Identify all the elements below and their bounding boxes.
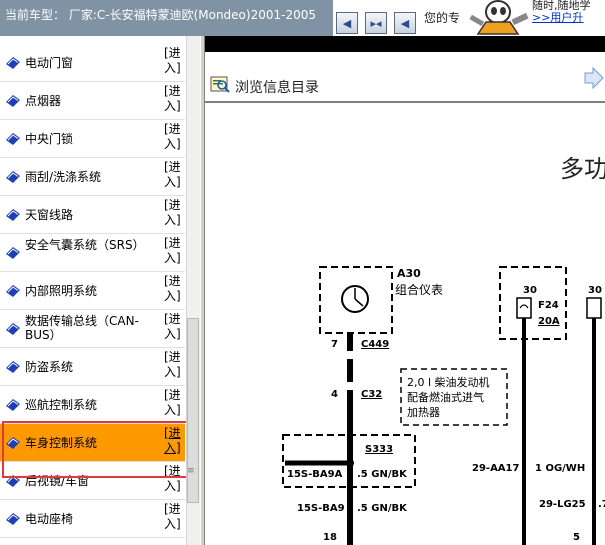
sidebar-item[interactable]: 点烟器 [进 入]: [0, 82, 185, 120]
welcome-text: 您的专: [424, 11, 461, 25]
enter-link[interactable]: [进 入]: [164, 312, 183, 342]
book-icon: [6, 209, 20, 221]
fuse-f25-icon: [586, 297, 602, 319]
pin-4: 4: [331, 389, 338, 400]
sidebar-item-label: 中央门锁: [25, 132, 74, 146]
top-bar: 当前车型： 厂家:C-长安福特蒙迪欧(Mondeo)2001-2005 ◀ ▸◂…: [0, 0, 605, 36]
enter-link[interactable]: [进 入]: [164, 350, 183, 380]
f24-pin: 30: [523, 285, 537, 296]
book-icon: [6, 247, 20, 259]
enter-link[interactable]: [进 入]: [164, 160, 183, 190]
sidebar-item-label: 点烟器: [25, 94, 62, 108]
expand-icon: ▸◂: [370, 16, 382, 30]
browse-catalog-link[interactable]: 浏览信息目录: [235, 77, 319, 97]
aa17-color: 1 OG/WH: [535, 463, 585, 474]
wiring-diagram: 多功 A30 组合仪表 7 C449 4 C32 2,0 l 柴油发动机 配备燃…: [205, 103, 605, 545]
book-icon: [6, 475, 20, 487]
back-button[interactable]: ◀: [394, 12, 416, 34]
pin-18: 18: [323, 532, 337, 543]
enter-link[interactable]: [进 入]: [164, 122, 183, 152]
system-list: 电动门窗 [进 入] 点烟器 [进 入] 中央门锁 [进 入] 雨刮/洗涤系统 [进 入] 天窗…: [0, 36, 185, 545]
c449-label: C449: [361, 339, 389, 350]
enter-link[interactable]: [进 入]: [164, 198, 183, 228]
c32-label: C32: [361, 389, 382, 400]
prev-button[interactable]: ◀: [336, 12, 358, 34]
arrow-left-icon: ◀: [342, 16, 352, 30]
sidebar-item-label: 内部照明系统: [25, 284, 98, 298]
lg25-color: .7: [598, 499, 605, 510]
content-header-bar: [205, 36, 605, 52]
sidebar-item-label: 数据传输总线（CAN-BUS）: [25, 314, 139, 342]
enter-link[interactable]: [进 入]: [164, 84, 183, 114]
arrow-right-icon[interactable]: [583, 66, 605, 90]
note-line-1: 2,0 l 柴油发动机: [407, 375, 490, 389]
enter-link[interactable]: [进 入]: [164, 46, 183, 76]
fuse-f24-icon: [516, 297, 532, 319]
s333-label: S333: [365, 444, 393, 455]
book-icon: [6, 57, 20, 69]
sidebar-item[interactable]: 安全气囊系统（SRS） [进 入]: [0, 234, 185, 272]
enter-link[interactable]: [进 入]: [164, 502, 183, 532]
enter-link[interactable]: [进 入]: [164, 464, 183, 494]
wiring-diagram-graphic: A30 组合仪表 7 C449 4 C32 2,0 l 柴油发动机 配备燃油式进…: [282, 266, 605, 545]
f25-pin: 30: [588, 285, 602, 296]
expand-button[interactable]: ▸◂: [365, 12, 387, 34]
wire-2-color: .5 GN/BK: [357, 503, 408, 514]
a30-name: 组合仪表: [395, 282, 443, 297]
sidebar-item-label: 安全气囊系统（SRS）: [25, 238, 145, 252]
sidebar-item-label: 车身控制系统: [25, 436, 98, 450]
book-icon: [6, 399, 20, 411]
pin-7: 7: [331, 339, 338, 350]
enter-link[interactable]: [进 入]: [164, 426, 183, 456]
sidebar-item-label: 雨刮/洗涤系统: [25, 170, 102, 184]
book-icon: [6, 323, 20, 335]
sidebar-item-label: 后视镜/车窗: [25, 474, 90, 488]
note-line-3: 加热器: [407, 406, 440, 419]
toc-bar: 浏览信息目录: [205, 52, 605, 102]
sidebar-item[interactable]: 巡航控制系统 [进 入]: [0, 386, 185, 424]
f24-label: F24: [538, 300, 559, 311]
wire-1-code: 15S-BA9A: [287, 469, 343, 480]
enter-link[interactable]: [进 入]: [164, 236, 183, 266]
pin-5: 5: [573, 532, 580, 543]
sidebar-item-label: 天窗线路: [25, 208, 74, 222]
scroll-grip-icon: ≡: [187, 466, 195, 476]
sidebar-item-label: 电动门窗: [25, 56, 74, 70]
sidebar-item[interactable]: 数据传输总线（CAN-BUS） [进 入]: [0, 310, 185, 348]
arrow-left-icon: ◀: [400, 16, 410, 30]
sidebar-item-label: 电动座椅: [25, 512, 74, 526]
promo-box: 随时,随地学 >>用户升: [532, 0, 605, 36]
wire-1-color: .5 GN/BK: [357, 469, 408, 480]
a30-id: A30: [397, 267, 421, 280]
enter-link[interactable]: [进 入]: [164, 274, 183, 304]
book-icon: [6, 95, 20, 107]
sidebar-item[interactable]: 后视镜/车窗 [进 入]: [0, 462, 185, 500]
enter-link[interactable]: [进 入]: [164, 388, 183, 418]
upgrade-link[interactable]: >>用户升: [532, 12, 605, 24]
sidebar-item[interactable]: 电动门窗 [进 入]: [0, 44, 185, 82]
sidebar-item[interactable]: 电动座椅 [进 入]: [0, 500, 185, 538]
browse-catalog-icon[interactable]: [210, 75, 230, 93]
book-icon: [6, 285, 20, 297]
sidebar-item[interactable]: 雨刮/洗涤系统 [进 入]: [0, 158, 185, 196]
sidebar-item[interactable]: 防盗系统 [进 入]: [0, 348, 185, 386]
lg25-code: 29-LG25: [539, 499, 586, 510]
f24-amp: 20A: [538, 316, 560, 327]
car-type-label: 当前车型： 厂家:C-长安福特蒙迪欧(Mondeo)2001-2005: [0, 0, 333, 36]
book-icon: [6, 171, 20, 183]
sidebar-item-label: 巡航控制系统: [25, 398, 98, 412]
aa17-code: 29-AA17: [472, 463, 520, 474]
sidebar-item[interactable]: 中央门锁 [进 入]: [0, 120, 185, 158]
book-icon: [6, 133, 20, 145]
book-icon: [6, 437, 20, 449]
sidebar-item[interactable]: 天窗线路 [进 入]: [0, 196, 185, 234]
sidebar-item[interactable]: 内部照明系统 [进 入]: [0, 272, 185, 310]
sidebar-item[interactable]: 车身控制系统 [进 入]: [0, 424, 185, 462]
wire-2-code: 15S-BA9: [297, 503, 345, 514]
book-icon: [6, 513, 20, 525]
book-icon: [6, 361, 20, 373]
sidebar-item-label: 防盗系统: [25, 360, 74, 374]
note-line-2: 配备燃油式进气: [407, 390, 484, 404]
mascot-image: [460, 0, 530, 36]
